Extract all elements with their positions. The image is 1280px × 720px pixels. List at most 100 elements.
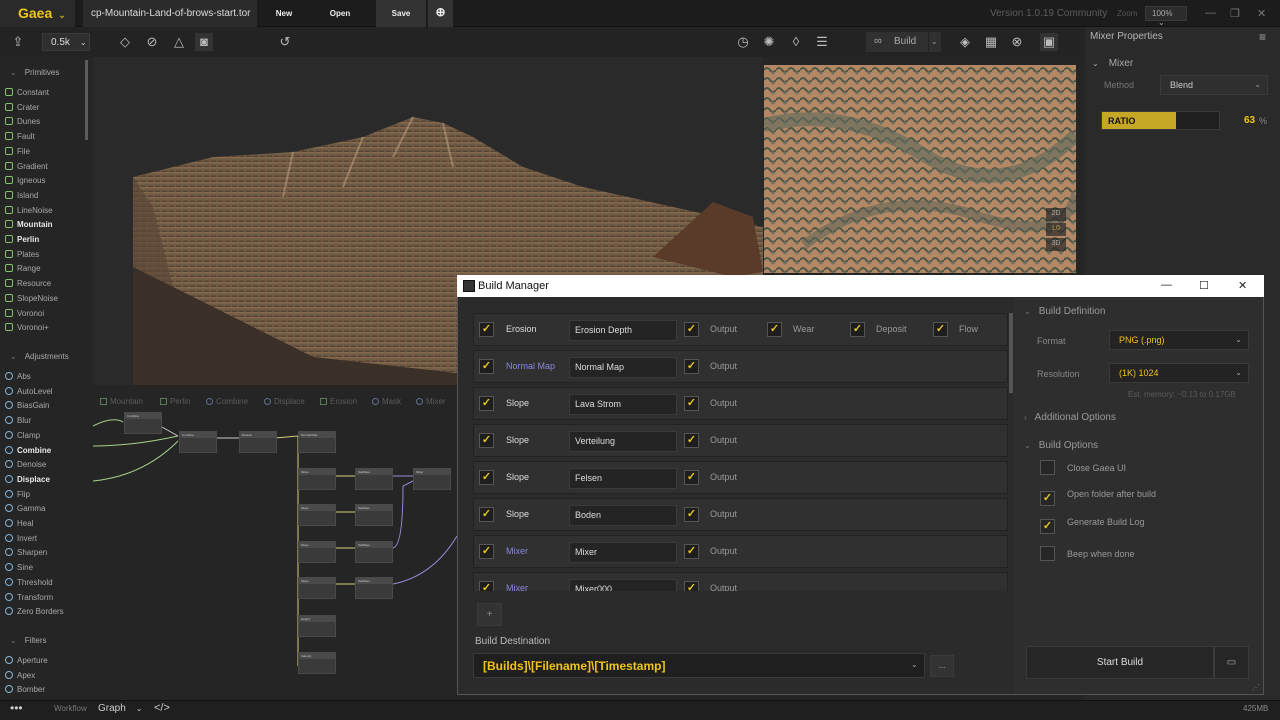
output-checkbox[interactable]: ✓ xyxy=(767,322,782,337)
clock-icon[interactable]: ◷ xyxy=(734,33,752,51)
node-item-sine[interactable]: Sine xyxy=(5,563,33,572)
cancel-icon[interactable]: ⊗ xyxy=(1008,33,1026,51)
graph-node-slope[interactable]: Slope xyxy=(298,504,336,526)
build-row-checkbox[interactable]: ✓ xyxy=(479,581,494,591)
build-row-checkbox[interactable]: ✓ xyxy=(479,470,494,485)
browse-button[interactable]: ... xyxy=(930,655,954,677)
graph-node-slope[interactable]: Slope xyxy=(298,468,336,490)
checkbox-checked[interactable]: ✓ xyxy=(1040,490,1055,506)
graph-node-combine[interactable]: Combine xyxy=(124,412,162,434)
graph-node-slope[interactable]: Slope xyxy=(298,577,336,599)
build-definition-toggle[interactable]: ⌄ Build Definition xyxy=(1024,306,1105,317)
build-row-checkbox[interactable]: ✓ xyxy=(479,322,494,337)
sidebar-scrollbar[interactable] xyxy=(85,60,88,140)
undo-icon[interactable]: ↺ xyxy=(276,33,294,51)
graph-tab-combine[interactable]: Combine xyxy=(206,397,248,406)
checkbox-checked[interactable]: ✓ xyxy=(1040,519,1055,534)
node-item-clamp[interactable]: Clamp xyxy=(5,430,40,440)
node-item-range[interactable]: Range xyxy=(5,264,41,273)
node-item-crater[interactable]: Crater xyxy=(5,102,39,112)
build-row-name-input[interactable]: Boden xyxy=(569,505,677,526)
close-icon[interactable]: ✕ xyxy=(1257,7,1266,20)
node-item-mountain[interactable]: Mountain xyxy=(5,220,53,229)
node-item-file[interactable]: File xyxy=(5,146,30,156)
node-item-gamma[interactable]: Gamma xyxy=(5,504,45,513)
node-item-bomber[interactable]: Bomber xyxy=(5,685,45,694)
build-row-name-input[interactable]: Erosion Depth xyxy=(569,320,677,341)
app-menu-button[interactable]: Gaea ⌄ xyxy=(0,0,75,27)
build-button[interactable]: ∞ Build xyxy=(866,32,928,52)
layers-icon[interactable]: ◈ xyxy=(956,33,974,51)
camera-icon[interactable]: ◙ xyxy=(195,33,213,51)
build-row-checkbox[interactable]: ✓ xyxy=(479,544,494,559)
node-item-apex[interactable]: Apex xyxy=(5,670,35,680)
start-build-button[interactable]: Start Build xyxy=(1026,646,1214,679)
list-scrollbar[interactable] xyxy=(1009,313,1013,393)
checkbox-unchecked[interactable] xyxy=(1040,545,1055,561)
format-select[interactable]: PNG (.png) ⌄ xyxy=(1109,330,1249,350)
graph-node-satmaps[interactable]: SatMaps xyxy=(355,541,393,563)
checkbox-unchecked[interactable] xyxy=(1040,460,1055,475)
node-item-linenoise[interactable]: LineNoise xyxy=(5,205,53,215)
graph-tab-mask[interactable]: Mask xyxy=(372,397,401,406)
close-icon[interactable]: ✕ xyxy=(1238,279,1247,292)
node-item-sharpen[interactable]: Sharpen xyxy=(5,548,47,557)
node-item-denoise[interactable]: Denoise xyxy=(5,460,46,469)
graph-tab-erosion[interactable]: Erosion xyxy=(320,397,357,406)
code-icon[interactable]: </> xyxy=(154,702,170,714)
build-destination-input[interactable]: [Builds]\[Filename]\[Timestamp] xyxy=(473,653,925,678)
build-options-toggle[interactable]: ⌄ Build Options xyxy=(1024,440,1098,451)
node-graph[interactable]: Combine Combine Erosion Normal Map Slope… xyxy=(93,386,457,700)
sun-icon[interactable]: ✺ xyxy=(760,33,778,51)
graph-tab-displace[interactable]: Displace xyxy=(264,397,305,406)
node-item-threshold[interactable]: Threshold xyxy=(5,577,53,587)
build-row-checkbox[interactable]: ✓ xyxy=(479,396,494,411)
triangle-icon[interactable]: △ xyxy=(170,33,188,51)
build-option[interactable]: ✓ Generate Build Log xyxy=(1040,517,1145,534)
minimize-icon[interactable]: — xyxy=(1205,7,1216,19)
file-tab[interactable]: cp-Mountain-Land-of-brows-start.tor xyxy=(83,0,257,27)
node-item-resource[interactable]: Resource xyxy=(5,279,51,288)
build-row-name-input[interactable]: Verteilung xyxy=(569,431,677,452)
node-item-voronoi-[interactable]: Voronoi+ xyxy=(5,323,49,332)
open-button[interactable]: Open xyxy=(316,0,364,27)
graph-node-satmaps[interactable]: SatMaps xyxy=(355,468,393,490)
graph-node-satmaps[interactable]: SatMaps xyxy=(355,577,393,599)
graph-tab-mixer[interactable]: Mixer xyxy=(416,397,446,406)
mixer-section-toggle[interactable]: ⌄ Mixer xyxy=(1092,58,1133,69)
output-checkbox[interactable]: ✓ xyxy=(933,322,948,337)
node-item-heal[interactable]: Heal xyxy=(5,519,33,528)
node-item-flip[interactable]: Flip xyxy=(5,489,30,499)
output-checkbox[interactable]: ✓ xyxy=(684,359,699,374)
add-icon[interactable]: ⊕ xyxy=(428,0,453,27)
node-item-zero-borders[interactable]: Zero Borders xyxy=(5,607,64,616)
zoom-select[interactable]: 100% ⌄ xyxy=(1145,6,1187,27)
additional-options-toggle[interactable]: › Additional Options xyxy=(1024,412,1116,423)
node-item-aperture[interactable]: Aperture xyxy=(5,656,48,665)
restore-icon[interactable]: ❐ xyxy=(1230,7,1240,20)
build-row-checkbox[interactable]: ✓ xyxy=(479,507,494,522)
section-primitives[interactable]: ⌄ Primitives xyxy=(10,68,59,77)
method-select[interactable]: Blend ⌄ xyxy=(1160,75,1268,95)
resolution-select[interactable]: (1K) 1024 ⌄ xyxy=(1109,363,1249,383)
build-option[interactable]: Close Gaea UI xyxy=(1040,460,1126,475)
node-item-abs[interactable]: Abs xyxy=(5,372,31,381)
build-row-name-input[interactable]: Normal Map xyxy=(569,357,677,378)
build-row-name-input[interactable]: Mixer000 xyxy=(569,579,677,591)
grid-icon[interactable]: ▦ xyxy=(982,33,1000,51)
view-2d-button[interactable]: 2D xyxy=(1046,208,1066,221)
node-item-transform[interactable]: Transform xyxy=(5,592,53,602)
view-3d-button[interactable]: 3D xyxy=(1046,238,1066,251)
save-button[interactable]: Save xyxy=(376,0,426,27)
node-item-island[interactable]: Island xyxy=(5,190,38,200)
build-row-name-input[interactable]: Mixer xyxy=(569,542,677,563)
build-dropdown[interactable]: ⌄ xyxy=(929,32,941,52)
2d-preview[interactable] xyxy=(764,65,1076,273)
frame-icon[interactable]: ▣ xyxy=(1040,33,1058,51)
node-item-plates[interactable]: Plates xyxy=(5,249,39,259)
view-mid-button[interactable]: L0 xyxy=(1046,223,1066,236)
graph-node-slope[interactable]: Slope xyxy=(298,541,336,563)
section-filters[interactable]: ⌄ Filters xyxy=(10,636,46,645)
node-item-gradient[interactable]: Gradient xyxy=(5,161,48,171)
maximize-icon[interactable]: ☐ xyxy=(1199,279,1209,292)
